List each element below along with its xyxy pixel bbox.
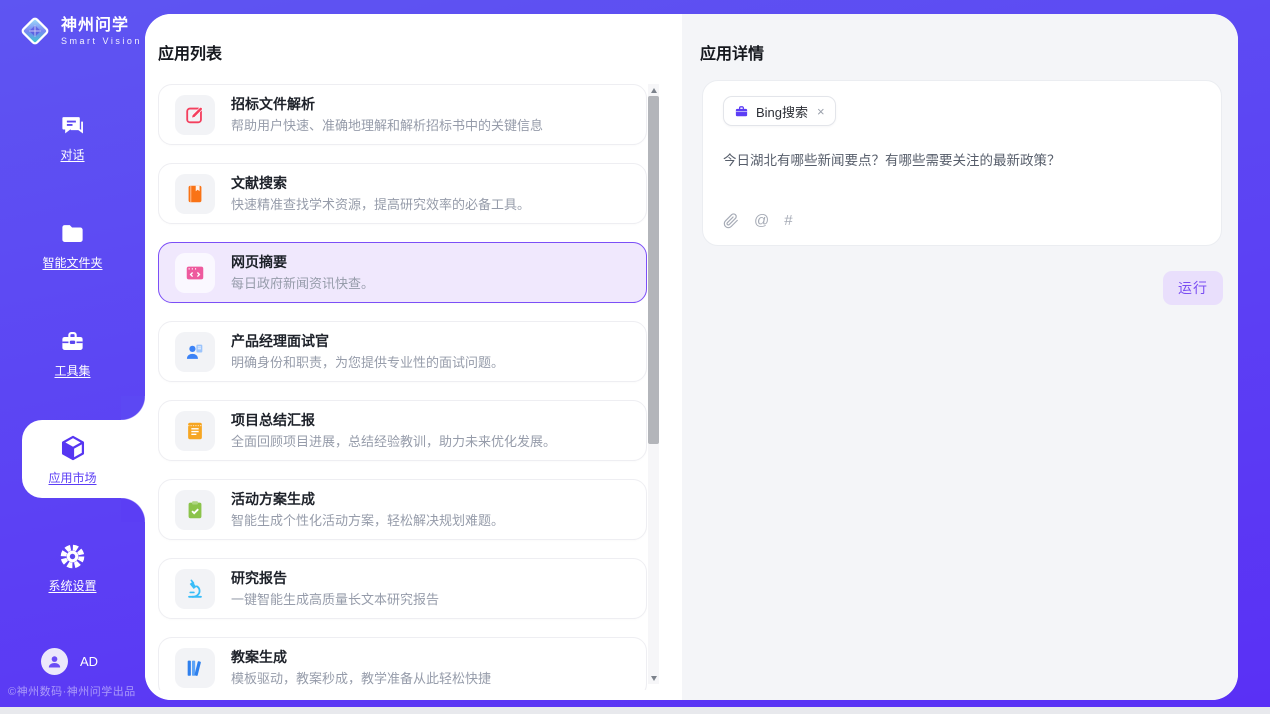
sidebar-item-chat[interactable]: 对话 [0, 112, 145, 174]
app-card-title: 招标文件解析 [231, 96, 543, 113]
app-card-web-summary[interactable]: 网页摘要 每日政府新闻资讯快查。 [158, 242, 647, 303]
app-frame: 神州问学 Smart Vision 对话 智能文件夹 [0, 0, 1270, 707]
triangle-up-icon [651, 88, 657, 93]
sidebar: 神州问学 Smart Vision 对话 智能文件夹 [0, 0, 145, 707]
app-card-bid-analysis[interactable]: 招标文件解析 帮助用户快速、准确地理解和解析招标书中的关键信息 [158, 84, 647, 145]
tool-chip-bing-search[interactable]: Bing搜索 × [723, 96, 836, 126]
scroll-up-button[interactable] [648, 84, 659, 96]
app-card-title: 教案生成 [231, 649, 491, 666]
app-card-desc: 一键智能生成高质量长文本研究报告 [231, 592, 439, 608]
sidebar-item-system-settings[interactable]: 系统设置 [0, 543, 145, 605]
briefcase-icon [734, 104, 749, 119]
sidebar-item-label: 对话 [60, 146, 84, 163]
app-card-title: 产品经理面试官 [231, 333, 504, 350]
app-card-title: 研究报告 [231, 570, 439, 587]
composer-toolbar: @ # [723, 212, 793, 229]
app-card-desc: 模板驱动，教案秒成，教学准备从此轻松快捷 [231, 671, 491, 687]
triangle-down-icon [651, 676, 657, 681]
user-icon [46, 653, 63, 670]
app-list-title: 应用列表 [158, 40, 222, 64]
tool-chip-label: Bing搜索 [756, 102, 808, 121]
sidebar-item-smart-folders[interactable]: 智能文件夹 [0, 220, 145, 282]
sidebar-footer-text: ©神州数码·神州问学出品 [8, 683, 136, 699]
sidebar-item-toolkit[interactable]: 工具集 [0, 328, 145, 390]
sidebar-item-app-market[interactable]: 应用市场 [0, 434, 145, 496]
run-button[interactable]: 运行 [1163, 271, 1223, 305]
interviewer-icon [175, 332, 215, 372]
app-card-project-summary[interactable]: 项目总结汇报 全面回顾项目进展，总结经验教训，助力未来优化发展。 [158, 400, 647, 461]
app-card-title: 项目总结汇报 [231, 412, 556, 429]
content-area: 应用列表 招标文件解析 帮助用户快速、准确地理解和解析招标书中的关键信息 [145, 14, 1238, 700]
app-card-lesson-plan[interactable]: 教案生成 模板驱动，教案秒成，教学准备从此轻松快捷 [158, 637, 647, 690]
toolbox-icon [59, 328, 86, 355]
app-card-event-plan[interactable]: 活动方案生成 智能生成个性化活动方案，轻松解决规划难题。 [158, 479, 647, 540]
book-icon [175, 174, 215, 214]
folder-icon [59, 220, 86, 247]
brand-subtitle: Smart Vision [61, 35, 142, 47]
hashtag-icon[interactable]: # [784, 212, 792, 229]
app-card-desc: 智能生成个性化活动方案，轻松解决规划难题。 [231, 513, 504, 529]
app-card-pm-interviewer[interactable]: 产品经理面试官 明确身份和职责，为您提供专业性的面试问题。 [158, 321, 647, 382]
composer-card[interactable]: Bing搜索 × 今日湖北有哪些新闻要点？有哪些需要关注的最新政策？ @ # [702, 80, 1222, 246]
app-card-title: 文献搜索 [231, 175, 530, 192]
sidebar-item-label: 系统设置 [48, 577, 96, 594]
books-icon [175, 648, 215, 688]
chip-close-icon[interactable]: × [817, 105, 825, 118]
app-card-research-report[interactable]: 研究报告 一键智能生成高质量长文本研究报告 [158, 558, 647, 619]
app-card-desc: 快速精准查找学术资源，提高研究效率的必备工具。 [231, 197, 530, 213]
app-card-desc: 明确身份和职责，为您提供专业性的面试问题。 [231, 355, 504, 371]
sidebar-item-label: 智能文件夹 [42, 254, 102, 271]
clipboard-check-icon [175, 490, 215, 530]
attachment-icon[interactable] [723, 213, 739, 229]
brand-logo: 神州问学 Smart Vision [16, 12, 142, 50]
cube-icon [59, 434, 87, 462]
sidebar-item-label: 应用市场 [48, 469, 96, 486]
chat-icon [59, 112, 86, 139]
microscope-icon [175, 569, 215, 609]
brand-name: 神州问学 [61, 16, 142, 35]
sidebar-item-label: 工具集 [54, 362, 90, 379]
app-detail-panel: 应用详情 Bing搜索 × 今日湖北有哪些新闻要点？有哪些需要关注的最新政策？ [682, 14, 1238, 700]
app-card-desc: 全面回顾项目进展，总结经验教训，助力未来优化发展。 [231, 434, 556, 450]
app-card-desc: 每日政府新闻资讯快查。 [231, 276, 374, 292]
scrollbar-thumb[interactable] [648, 96, 659, 444]
scroll-down-button[interactable] [648, 672, 659, 684]
diamond-logo-icon [16, 12, 54, 50]
memo-icon [175, 411, 215, 451]
app-list-panel: 应用列表 招标文件解析 帮助用户快速、准确地理解和解析招标书中的关键信息 [145, 14, 682, 700]
query-text[interactable]: 今日湖北有哪些新闻要点？有哪些需要关注的最新政策？ [723, 151, 1201, 170]
list-scrollbar[interactable] [648, 84, 659, 684]
edit-square-icon [175, 95, 215, 135]
app-list: 招标文件解析 帮助用户快速、准确地理解和解析招标书中的关键信息 文献搜索 [158, 84, 647, 690]
app-card-title: 活动方案生成 [231, 491, 504, 508]
app-card-literature-search[interactable]: 文献搜索 快速精准查找学术资源，提高研究效率的必备工具。 [158, 163, 647, 224]
user-row[interactable]: AD [41, 648, 98, 675]
app-card-title: 网页摘要 [231, 254, 374, 271]
app-detail-title: 应用详情 [700, 40, 764, 64]
app-card-desc: 帮助用户快速、准确地理解和解析招标书中的关键信息 [231, 118, 543, 134]
user-initials: AD [80, 654, 98, 669]
mention-icon[interactable]: @ [754, 212, 769, 229]
browser-code-icon [175, 253, 215, 293]
gear-icon [59, 543, 86, 570]
avatar[interactable] [41, 648, 68, 675]
